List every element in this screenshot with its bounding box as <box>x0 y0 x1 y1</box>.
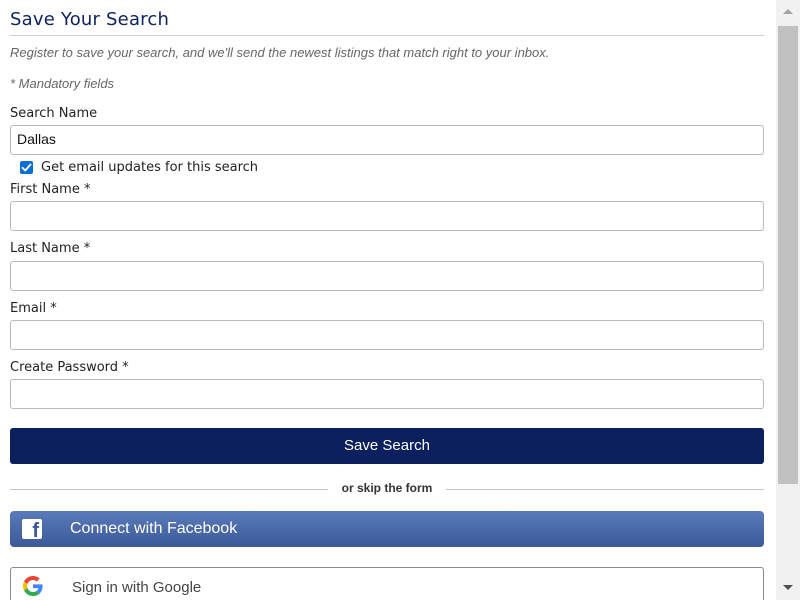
save-search-page: Save Your Search Register to save your s… <box>0 0 800 600</box>
last-name-label: Last Name * <box>10 241 91 256</box>
google-signin-button[interactable]: Sign in with Google <box>10 567 764 600</box>
search-name-input[interactable]: Dallas <box>10 125 764 155</box>
scroll-up-button[interactable] <box>776 0 800 24</box>
facebook-icon: f <box>22 519 42 541</box>
password-input[interactable] <box>10 379 764 409</box>
facebook-button-label: Connect with Facebook <box>70 520 238 537</box>
email-input[interactable] <box>10 320 764 350</box>
checkmark-icon <box>21 163 32 172</box>
email-updates-checkbox[interactable] <box>20 161 33 174</box>
scroll-down-button[interactable] <box>776 576 800 600</box>
form-description: Register to save your search, and we'll … <box>10 45 550 60</box>
page-title: Save Your Search <box>10 9 170 30</box>
google-icon <box>23 576 43 596</box>
mandatory-fields-note: * Mandatory fields <box>10 76 115 91</box>
vertical-scrollbar[interactable] <box>776 0 800 600</box>
skip-form-divider-text: or skip the form <box>341 481 433 495</box>
save-search-button[interactable]: Save Search <box>10 428 764 464</box>
search-name-value: Dallas <box>17 131 56 147</box>
search-name-label: Search Name <box>10 106 98 121</box>
email-label: Email * <box>10 301 57 316</box>
scrollbar-thumb[interactable] <box>778 26 798 484</box>
email-updates-label: Get email updates for this search <box>41 160 259 175</box>
first-name-label: First Name * <box>10 182 91 197</box>
divider-line-right <box>446 489 764 490</box>
password-label: Create Password * <box>10 360 129 375</box>
google-button-label: Sign in with Google <box>72 579 202 596</box>
scroll-up-arrow-icon <box>783 9 793 14</box>
scroll-down-arrow-icon <box>783 585 793 590</box>
facebook-connect-button[interactable]: f Connect with Facebook <box>10 511 764 547</box>
last-name-input[interactable] <box>10 261 764 291</box>
first-name-input[interactable] <box>10 201 764 231</box>
divider-line-left <box>10 489 328 490</box>
title-divider <box>10 35 764 36</box>
